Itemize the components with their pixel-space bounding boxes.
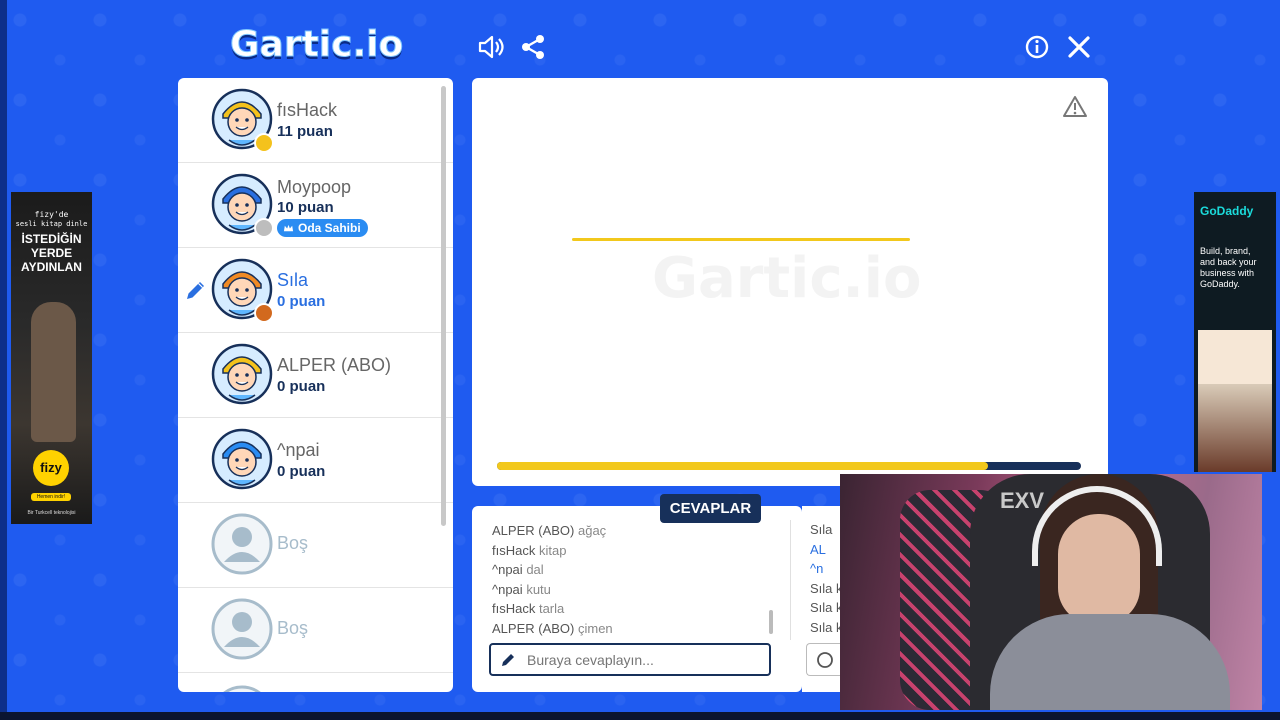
player-points: 0 puan	[277, 378, 326, 395]
ad-photo	[1198, 384, 1272, 472]
ad-screenshot	[1198, 330, 1272, 384]
player-points: 11 puan	[277, 123, 333, 140]
info-icon[interactable]	[1022, 32, 1052, 62]
answer-user: fısHack	[492, 601, 536, 616]
advertisement-right[interactable]: GoDaddy Build, brand, and back your busi…	[1194, 192, 1276, 472]
ad-line2: sesli kitap dinle	[15, 220, 88, 228]
avatar	[211, 428, 273, 490]
answer-text: dal	[526, 562, 544, 577]
answer-user: fısHack	[492, 542, 536, 558]
ad-figure	[31, 302, 76, 442]
room-owner-badge: Oda Sahibi	[277, 219, 368, 237]
player-points: 0 puan	[277, 463, 326, 480]
player-list-scrollbar[interactable]	[441, 86, 446, 526]
panel-divider	[790, 520, 791, 640]
answer-item: ^npai dal	[492, 560, 613, 580]
drawn-stroke	[572, 238, 910, 241]
crown-icon	[283, 224, 294, 231]
ad-footer: Bir Turkcell teknolojisi	[27, 510, 76, 516]
answer-user: ^npai	[492, 581, 523, 597]
answer-user: ^npai	[492, 562, 523, 577]
player-name: Boş	[277, 533, 309, 553]
chat-item: AL	[810, 541, 826, 557]
round-timer-bar	[497, 462, 1081, 470]
bottom-bar	[0, 712, 1280, 720]
ad-headline3: AYDINLAN	[21, 260, 82, 274]
timer-fill	[497, 462, 988, 470]
player-name: Sıla	[277, 270, 309, 290]
empty-player-slot[interactable]: Boş	[178, 588, 453, 673]
player-row-partial	[178, 673, 453, 692]
canvas-watermark: Gartic.io	[652, 246, 922, 311]
answer-user: ALPER (ABO)	[492, 523, 575, 538]
close-icon[interactable]	[1064, 32, 1094, 62]
chat-item: Sıla	[810, 522, 833, 537]
chat-item: Sıla k	[810, 580, 843, 596]
drawing-canvas[interactable]: Gartic.io	[472, 78, 1108, 486]
player-list: fısHack 11 puan Moypoop 10 puan Oda Sahibi Sı…	[178, 78, 453, 692]
player-status-dot	[254, 303, 274, 323]
answer-text: kutu	[526, 581, 551, 597]
avatar	[211, 343, 273, 405]
player-name: Moypoop	[277, 177, 352, 197]
player-points: 10 puan	[277, 199, 334, 216]
window-edge	[0, 0, 7, 720]
answers-list: ALPER (ABO) ağaç fısHack kitap ^npai dal ^n…	[492, 521, 613, 638]
share-icon[interactable]	[518, 32, 548, 62]
chat-item: Sıla k	[810, 619, 843, 635]
answer-input[interactable]	[525, 650, 759, 669]
answer-text: ağaç	[577, 523, 607, 538]
person-sweater	[990, 614, 1230, 710]
answer-text: kitap	[538, 542, 567, 558]
empty-avatar	[211, 513, 273, 575]
chat-item: ^n	[810, 561, 824, 576]
player-status-dot	[254, 218, 274, 238]
room-owner-label: Oda Sahibi	[298, 221, 361, 235]
player-name: ALPER (ABO)	[277, 355, 392, 375]
player-row[interactable]: ^npai 0 puan	[178, 418, 453, 503]
ad-line1: fizy'de	[34, 210, 69, 219]
player-status-dot	[254, 133, 274, 153]
drawing-pencil-icon	[184, 278, 208, 302]
answers-scrollbar[interactable]	[769, 610, 773, 634]
answers-tab[interactable]: CEVAPLAR	[660, 494, 761, 523]
sound-icon[interactable]	[476, 32, 506, 62]
answer-text: tarla	[538, 601, 565, 616]
player-row[interactable]: ALPER (ABO) 0 puan	[178, 333, 453, 418]
chat-item: Sıla k	[810, 600, 843, 615]
fizy-logo: fizy	[33, 450, 69, 486]
player-row[interactable]: Sıla 0 puan	[178, 248, 453, 333]
ad-headline2: YERDE	[30, 246, 73, 260]
streamer-webcam: EXV	[840, 474, 1262, 710]
answer-item: ALPER (ABO) ağaç	[492, 521, 613, 541]
godaddy-logo: GoDaddy	[1200, 204, 1254, 218]
pencil-icon	[499, 651, 517, 669]
empty-player-slot[interactable]: Boş	[178, 503, 453, 588]
ad-cta-button[interactable]: Hemen indir!	[31, 493, 71, 501]
chat-list: Sıla AL ^n Sıla k Sıla k Sıla k	[810, 520, 843, 637]
ad-text: Build, brand, and back your business wit…	[1200, 246, 1257, 289]
answer-item: fısHack tarla	[492, 599, 613, 619]
chat-bubble-icon	[817, 652, 833, 668]
empty-avatar	[211, 598, 273, 660]
player-name: ^npai	[277, 440, 320, 460]
player-row[interactable]: Moypoop 10 puan Oda Sahibi	[178, 163, 453, 248]
answer-text: çimen	[577, 620, 613, 636]
answer-item: fısHack kitap	[492, 541, 613, 561]
answer-input-field[interactable]	[489, 643, 771, 676]
answer-user: ALPER (ABO)	[492, 620, 575, 636]
answer-item: ALPER (ABO) çimen	[492, 619, 613, 639]
player-name: Boş	[277, 618, 309, 638]
report-warning-icon[interactable]	[1062, 94, 1088, 120]
ad-headline1: İSTEDİĞİN	[21, 232, 82, 246]
advertisement-left[interactable]: fizy'de sesli kitap dinle İSTEDİĞİN YERD…	[11, 192, 92, 524]
player-row[interactable]: fısHack 11 puan	[178, 78, 453, 163]
player-points: 0 puan	[277, 293, 326, 310]
player-name: fısHack	[277, 100, 338, 120]
answer-item: ^npai kutu	[492, 580, 613, 600]
gartic-logo: Gartic.io	[229, 24, 404, 66]
